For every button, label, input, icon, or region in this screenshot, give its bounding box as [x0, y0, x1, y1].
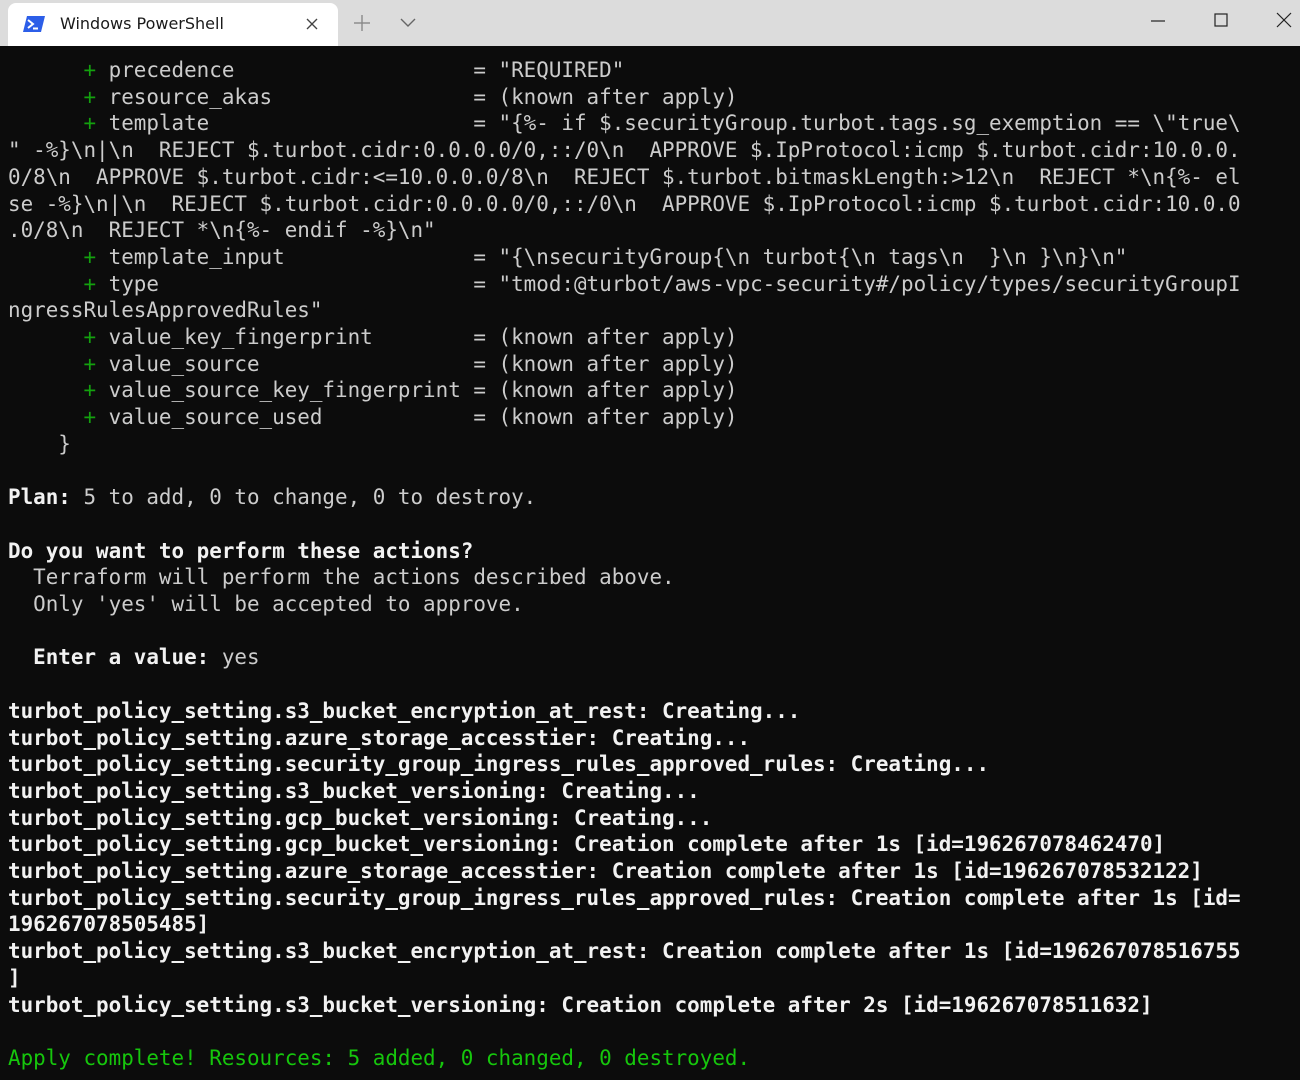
add-marker: + — [83, 378, 97, 403]
terminal-line: se -%}\n|\n REJECT $.turbot.cidr:0.0.0.0… — [8, 191, 1241, 218]
title-bar: Windows PowerShell — [0, 0, 1300, 46]
apply-complete-message: Apply complete! Resources: 5 added, 0 ch… — [8, 1045, 751, 1070]
add-marker: + — [83, 111, 97, 136]
line-text: resource_akas = (known after apply) — [96, 84, 738, 109]
bold-text: turbot_policy_setting.security_group_ing… — [8, 752, 990, 777]
line-text: value_key_fingerprint = (known after app… — [96, 325, 738, 349]
line-text: se -%}\n|\n REJECT $.turbot.cidr:0.0.0.0… — [8, 191, 1241, 216]
terminal-line: " -%}\n|\n REJECT $.turbot.cidr:0.0.0.0/… — [8, 137, 1241, 164]
bold-text: turbot_policy_setting.s3_bucket_versioni… — [8, 778, 700, 803]
terminal-line: turbot_policy_setting.s3_bucket_encrypti… — [8, 938, 1241, 965]
plus-icon[interactable] — [352, 13, 372, 33]
bold-text: Do you want to perform these actions? — [8, 538, 474, 563]
terminal-line: turbot_policy_setting.gcp_bucket_version… — [8, 805, 712, 832]
terminal-line: + template = "{%- if $.securityGroup.tur… — [8, 110, 1241, 137]
minimize-icon[interactable] — [1148, 10, 1168, 30]
add-marker: + — [83, 271, 97, 296]
bold-text: ] — [8, 965, 21, 990]
terminal-line: + value_source = (known after apply) — [8, 351, 738, 378]
line-text: 0/8\n APPROVE $.turbot.cidr:<=10.0.0.0/8… — [8, 164, 1241, 189]
line-text: value_source = (known after apply) — [96, 351, 738, 376]
terminal-line: + resource_akas = (known after apply) — [8, 84, 738, 111]
add-marker: + — [83, 84, 97, 109]
terminal-line: turbot_policy_setting.gcp_bucket_version… — [8, 831, 1165, 858]
add-marker: + — [83, 58, 97, 82]
terminal-line: + value_key_fingerprint = (known after a… — [8, 324, 738, 351]
terminal-line: + type = "tmod:@turbot/aws-vpc-security#… — [8, 271, 1241, 298]
line-text: type = "tmod:@turbot/aws-vpc-security#/p… — [96, 271, 1241, 296]
terminal-line: Only 'yes' will be accepted to approve. — [8, 591, 524, 618]
terminal-output[interactable]: + precedence = "REQUIRED" + resource_aka… — [0, 46, 1300, 1080]
line-text: .0/8\n REJECT *\n{%- endif -%}\n" — [8, 218, 436, 243]
terminal-line: ] — [8, 965, 21, 992]
bold-text: turbot_policy_setting.gcp_bucket_version… — [8, 805, 713, 830]
line-text: value_source_key_fingerprint = (known af… — [96, 378, 738, 403]
line-text: } — [8, 431, 71, 456]
terminal-line: 0/8\n APPROVE $.turbot.cidr:<=10.0.0.0/8… — [8, 164, 1241, 191]
terminal-line: Do you want to perform these actions? — [8, 538, 473, 565]
maximize-icon[interactable] — [1211, 10, 1231, 30]
terminal-line: ngressRulesApprovedRules" — [8, 297, 322, 324]
terminal-line: turbot_policy_setting.azure_storage_acce… — [8, 725, 750, 752]
add-marker: + — [83, 351, 97, 376]
terminal-line: Terraform will perform the actions descr… — [8, 564, 675, 591]
bold-text: turbot_policy_setting.azure_storage_acce… — [8, 725, 751, 750]
bold-text: 196267078505485] — [8, 912, 210, 937]
terminal-line: turbot_policy_setting.azure_storage_acce… — [8, 858, 1203, 885]
bold-text: Plan: — [8, 485, 71, 510]
terminal-line: + precedence = "REQUIRED" — [8, 57, 624, 84]
terminal-line: turbot_policy_setting.s3_bucket_versioni… — [8, 992, 1153, 1019]
terminal-line: turbot_policy_setting.s3_bucket_encrypti… — [8, 698, 800, 725]
bold-text: turbot_policy_setting.s3_bucket_encrypti… — [8, 939, 1241, 964]
line-text: Only 'yes' will be accepted to approve. — [8, 592, 524, 616]
terminal-line: turbot_policy_setting.security_group_ing… — [8, 885, 1241, 912]
powershell-icon — [23, 16, 45, 32]
close-icon[interactable] — [1274, 10, 1294, 30]
line-text: yes — [209, 645, 260, 670]
line-text: template_input = "{\nsecurityGroup{\n tu… — [96, 244, 1128, 269]
chevron-down-icon[interactable] — [398, 15, 418, 31]
line-text: " -%}\n|\n REJECT $.turbot.cidr:0.0.0.0/… — [8, 138, 1241, 163]
terminal-line: Apply complete! Resources: 5 added, 0 ch… — [8, 1045, 750, 1072]
powershell-window: Windows PowerShell + precedence = "REQUI… — [0, 0, 1300, 1080]
terminal-line: + value_source_used = (known after apply… — [8, 404, 738, 431]
close-icon[interactable] — [304, 16, 320, 32]
line-text: precedence = "REQUIRED" — [96, 58, 625, 82]
terminal-line: Plan: 5 to add, 0 to change, 0 to destro… — [8, 484, 536, 511]
bold-text: turbot_policy_setting.s3_bucket_encrypti… — [8, 698, 801, 723]
bold-text: turbot_policy_setting.s3_bucket_versioni… — [8, 992, 1153, 1017]
line-text: ngressRulesApprovedRules" — [8, 298, 323, 323]
terminal-line: + template_input = "{\nsecurityGroup{\n … — [8, 244, 1127, 271]
terminal-line: .0/8\n REJECT *\n{%- endif -%}\n" — [8, 217, 436, 244]
add-marker: + — [83, 325, 97, 349]
tab-title: Windows PowerShell — [60, 14, 224, 33]
bold-text: Enter a value: — [8, 645, 210, 670]
line-text: 5 to add, 0 to change, 0 to destroy. — [70, 485, 537, 510]
terminal-line: turbot_policy_setting.s3_bucket_versioni… — [8, 778, 700, 805]
line-text: Terraform will perform the actions descr… — [8, 565, 675, 590]
line-text: template = "{%- if $.securityGroup.turbo… — [96, 111, 1241, 136]
add-marker: + — [83, 405, 97, 430]
terminal-line: } — [8, 431, 71, 458]
terminal-line: + value_source_key_fingerprint = (known … — [8, 377, 738, 404]
bold-text: turbot_policy_setting.security_group_ing… — [8, 885, 1241, 910]
add-marker: + — [83, 244, 97, 269]
tab-windows-powershell[interactable]: Windows PowerShell — [8, 3, 338, 46]
line-text: value_source_used = (known after apply) — [96, 405, 738, 430]
bold-text: turbot_policy_setting.azure_storage_acce… — [8, 859, 1203, 883]
terminal-line: Enter a value: yes — [8, 644, 260, 671]
bold-text: turbot_policy_setting.gcp_bucket_version… — [8, 832, 1166, 857]
terminal-line: 196267078505485] — [8, 911, 209, 938]
terminal-line: turbot_policy_setting.security_group_ing… — [8, 751, 989, 778]
